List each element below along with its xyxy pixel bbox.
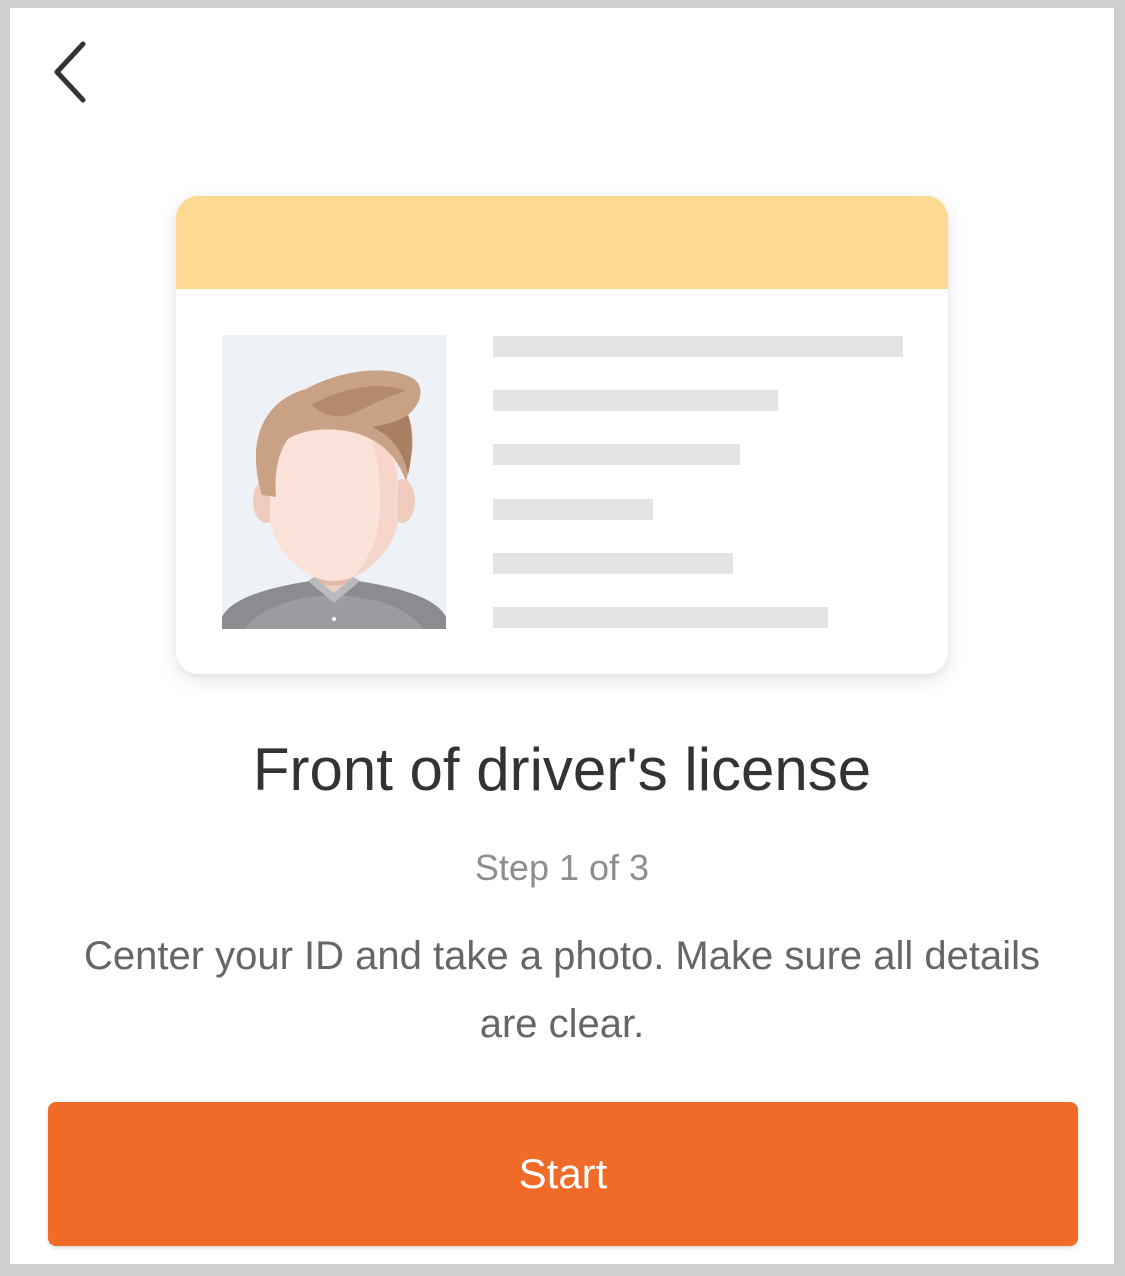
step-indicator: Step 1 of 3 <box>474 847 650 888</box>
placeholder-line <box>493 553 733 574</box>
card-header-band <box>176 196 948 289</box>
start-button[interactable]: Start <box>48 1102 1078 1246</box>
page-title: Front of driver's license <box>252 736 872 803</box>
id-card-illustration <box>176 196 948 674</box>
placeholder-line <box>493 499 653 520</box>
placeholder-line <box>493 336 903 357</box>
placeholder-line <box>493 607 828 628</box>
back-button[interactable] <box>38 32 102 116</box>
chevron-left-icon <box>50 40 90 109</box>
instructions-text: Center your ID and take a photo. Make su… <box>83 934 1041 1046</box>
screen: Front of driver's license Step 1 of 3 Ce… <box>10 8 1114 1264</box>
person-portrait-icon <box>222 370 446 629</box>
id-photo <box>222 335 446 629</box>
placeholder-line <box>493 390 778 411</box>
placeholder-line <box>493 444 740 465</box>
